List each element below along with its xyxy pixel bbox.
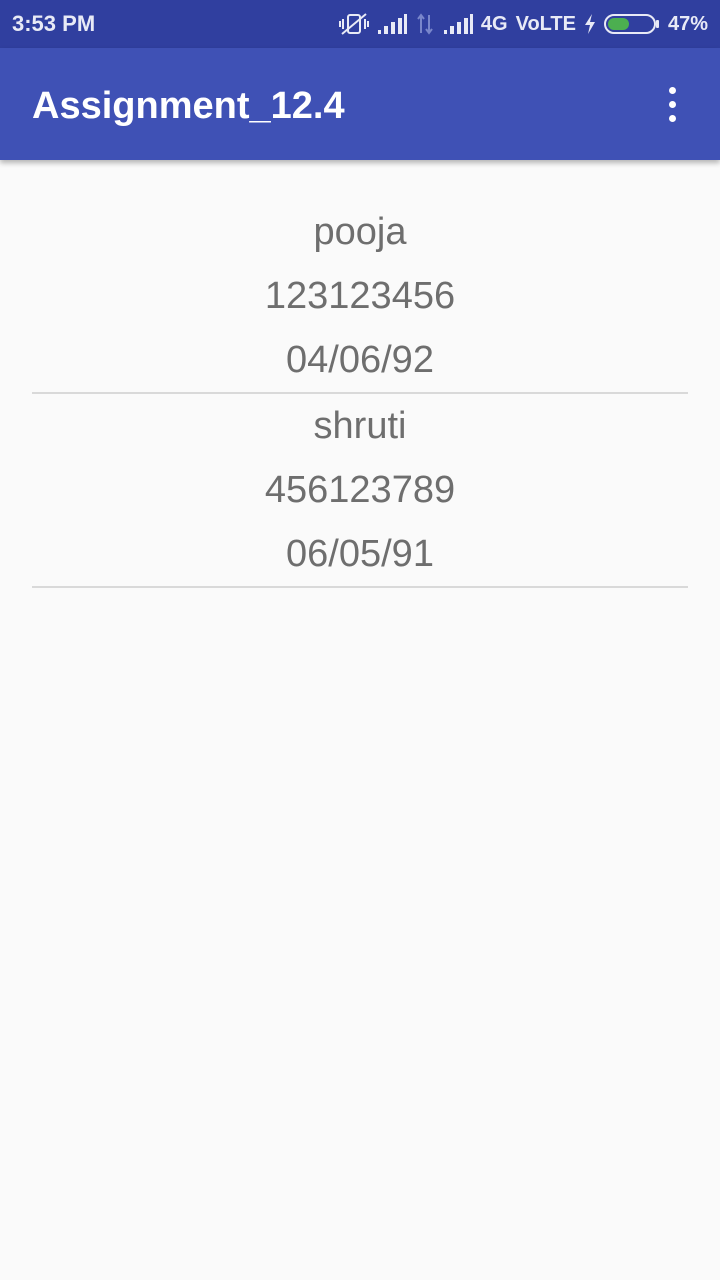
contact-name: pooja: [313, 211, 407, 253]
signal-icon: [377, 13, 407, 35]
network-type-label: 4G: [480, 12, 508, 35]
battery-percent: 47%: [667, 12, 708, 35]
charging-icon: [584, 14, 596, 34]
contact-phone: 123123456: [264, 275, 456, 317]
signal-icon: [443, 13, 473, 35]
status-time: 3:53 PM: [12, 11, 96, 36]
contact-name: shruti: [313, 405, 407, 447]
battery-icon: [603, 13, 660, 35]
contact-dob: 04/06/92: [286, 339, 434, 381]
contact-phone: 456123789: [264, 469, 456, 511]
page-title: Assignment_12.4: [32, 85, 345, 127]
vibrate-off-icon: [338, 12, 369, 36]
list-item[interactable]: pooja 123123456 04/06/92: [32, 200, 688, 394]
data-arrows-icon: [415, 13, 435, 35]
contact-dob: 06/05/91: [286, 533, 434, 575]
list-item[interactable]: shruti 456123789 06/05/91: [32, 394, 688, 588]
app-bar: Assignment_12.4: [0, 48, 720, 160]
status-icons: 4G VoLTE 47%: [338, 10, 708, 38]
volte-label: VoLTE: [515, 12, 576, 35]
status-bar: 3:53 PM 4G VoLTE 47%: [0, 0, 720, 48]
more-vert-icon[interactable]: [652, 82, 692, 126]
contact-list: pooja 123123456 04/06/92 shruti 45612378…: [32, 200, 688, 588]
